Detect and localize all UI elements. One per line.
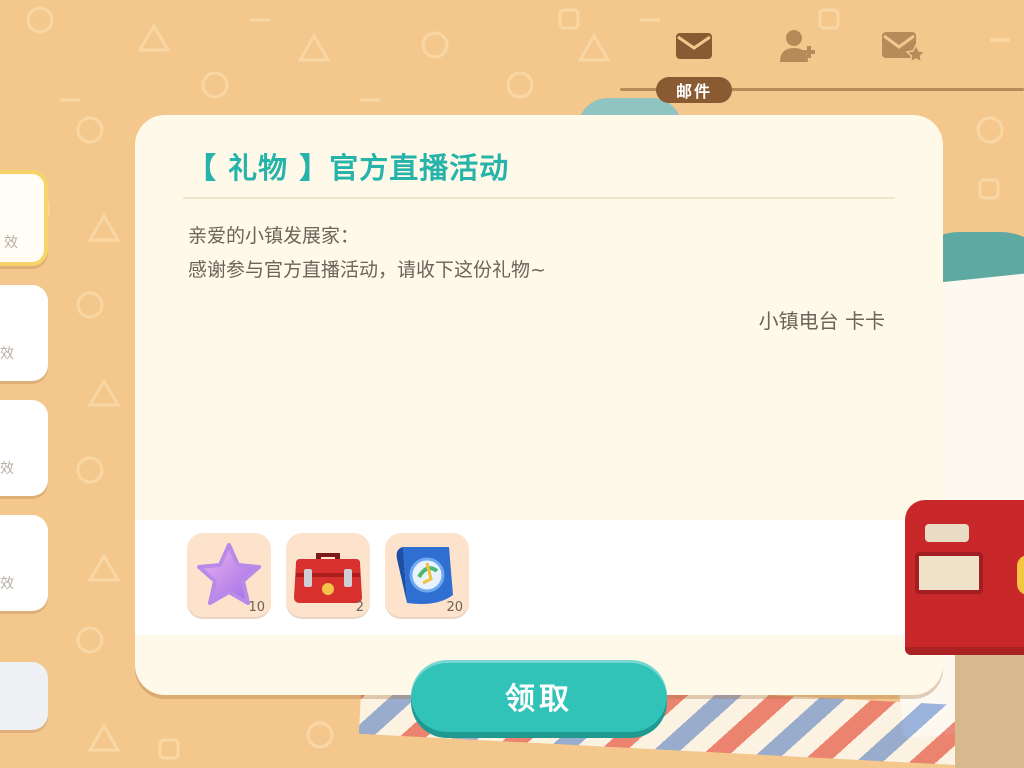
reward-item[interactable]: 10 bbox=[187, 533, 271, 617]
mailbox-decoration bbox=[905, 500, 1024, 655]
mail-title: 【 礼物 】官方直播活动 bbox=[187, 151, 510, 185]
mail-list-item[interactable]: 效 bbox=[0, 400, 48, 496]
mail-list-item[interactable]: 效 bbox=[0, 515, 48, 611]
reward-item[interactable]: 20 bbox=[385, 533, 469, 617]
mail-list-item-label: 效 bbox=[0, 576, 14, 592]
title-divider bbox=[183, 197, 895, 199]
mail-list-item-label: 效 bbox=[0, 461, 14, 477]
claim-button[interactable]: 领取 bbox=[411, 660, 667, 732]
reward-count: 20 bbox=[446, 600, 463, 615]
mail-detail-card: 【 礼物 】官方直播活动 亲爱的小镇发展家： 感谢参与官方直播活动，请收下这份礼… bbox=[135, 115, 943, 695]
mailbox-slot bbox=[915, 552, 983, 594]
mail-icon[interactable] bbox=[670, 22, 718, 70]
mail-list-item[interactable]: 效 bbox=[0, 170, 48, 266]
mail-signature: 小镇电台 卡卡 bbox=[758, 309, 885, 333]
mailbox-knob bbox=[1017, 555, 1024, 595]
mail-list-item[interactable] bbox=[0, 662, 48, 730]
mailbox-flag bbox=[925, 524, 969, 542]
reward-count: 2 bbox=[355, 600, 364, 615]
reward-item[interactable]: 2 bbox=[286, 533, 370, 617]
mail-body: 亲爱的小镇发展家： 感谢参与官方直播活动，请收下这份礼物~ bbox=[188, 219, 888, 287]
reward-count: 10 bbox=[248, 600, 265, 615]
mail-list-item[interactable]: 效 bbox=[0, 285, 48, 381]
starred-mail-icon[interactable] bbox=[878, 22, 926, 70]
mailbox-post bbox=[955, 650, 1024, 768]
add-friend-icon[interactable] bbox=[774, 22, 822, 70]
mail-screen: 邮件 效 效 效 效 【 礼物 】官方直播活动 亲爱的小镇发展家： 感谢参与官方… bbox=[0, 0, 1024, 768]
mail-greeting: 亲爱的小镇发展家： bbox=[188, 225, 360, 247]
mail-list-item-label: 效 bbox=[0, 346, 14, 362]
tab-mail[interactable]: 邮件 bbox=[656, 77, 732, 103]
mail-message: 感谢参与官方直播活动，请收下这份礼物~ bbox=[188, 259, 546, 281]
mail-list-item-label: 效 bbox=[4, 235, 18, 251]
